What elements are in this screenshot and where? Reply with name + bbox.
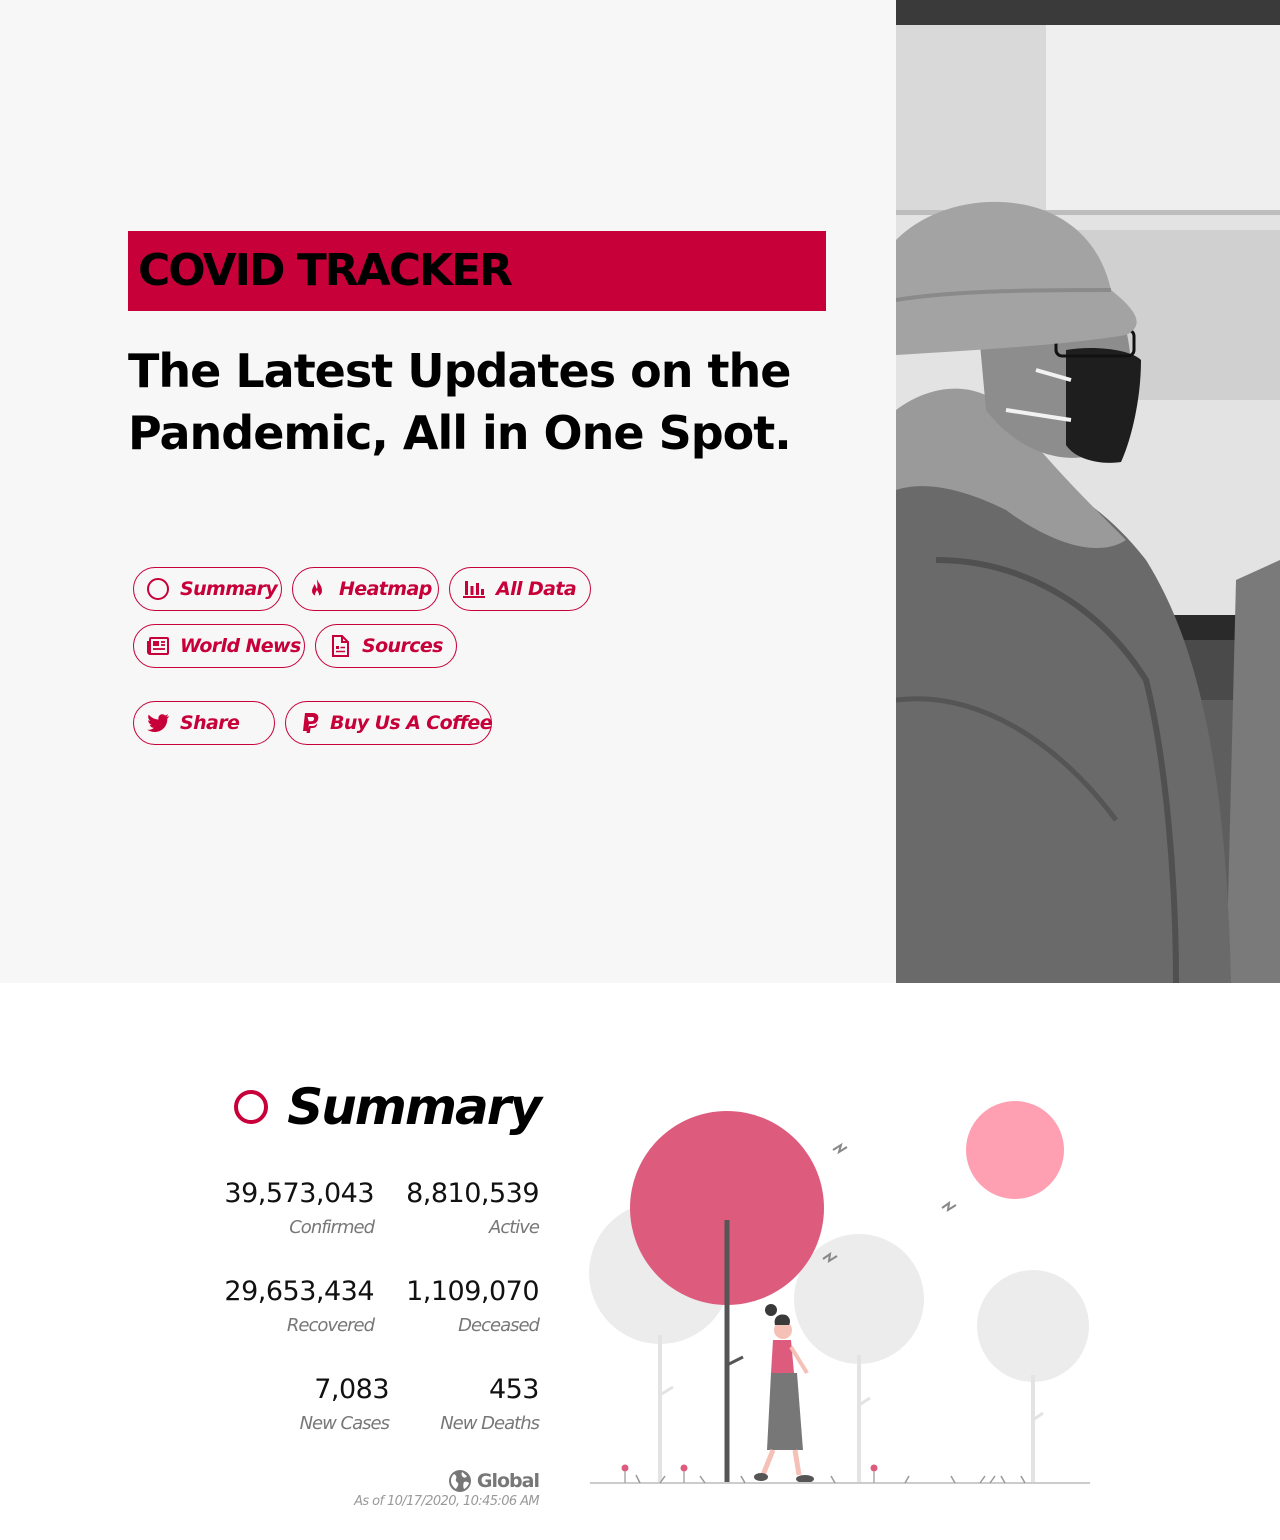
tagline-line-1: The Latest Updates on the [128, 344, 791, 398]
stat-recovered-label: Recovered [286, 1315, 375, 1336]
buy-us-a-coffee-button[interactable]: Buy Us A Coffee [285, 701, 493, 745]
last-updated-timestamp: As of 10/17/2020, 10:45:06 AM [354, 1494, 539, 1509]
summary-title: Summary [287, 1078, 542, 1136]
nav-sources-button[interactable]: Sources [315, 624, 457, 668]
stat-recovered-value: 29,653,434 [224, 1276, 374, 1307]
brand-banner: COVID TRACKER [128, 231, 826, 311]
hero-tagline: The Latest Updates on the Pandemic, All … [128, 340, 828, 464]
stat-new-cases-label: New Cases [299, 1413, 390, 1434]
walking-woman-trees-illustration [585, 1095, 1095, 1495]
summary-heading: Summary [230, 1078, 542, 1142]
nav-summary-button[interactable]: Summary [133, 567, 282, 611]
nav-world-news-button[interactable]: World News [133, 624, 305, 668]
hero-section: COVID TRACKER The Latest Updates on the … [0, 0, 1280, 983]
buy-us-a-coffee-label: Buy Us A Coffee [330, 712, 493, 734]
fire-icon [305, 577, 329, 601]
nav-summary-label: Summary [180, 578, 278, 600]
summary-circle-icon [234, 1090, 268, 1124]
stat-deceased-label: Deceased [458, 1315, 540, 1336]
nav-all-data-label: All Data [496, 578, 577, 600]
nav-heatmap-button[interactable]: Heatmap [292, 567, 439, 611]
site-title: COVID TRACKER [138, 245, 513, 296]
stat-active-value: 8,810,539 [406, 1178, 539, 1209]
stat-new-cases-value: 7,083 [314, 1374, 389, 1405]
scope-indicator: Global [448, 1468, 540, 1494]
twitter-icon [146, 711, 170, 735]
stat-deceased-value: 1,109,070 [406, 1276, 539, 1307]
stat-new-deaths-value: 453 [488, 1374, 540, 1405]
newspaper-icon [146, 634, 170, 658]
stat-confirmed-value: 39,573,043 [224, 1178, 374, 1209]
circle-icon [146, 577, 170, 601]
hero-photo-masked-man [896, 0, 1280, 983]
share-button[interactable]: Share [133, 701, 275, 745]
stat-new-deaths-label: New Deaths [440, 1413, 540, 1434]
scope-label: Global [476, 1470, 540, 1492]
stat-active-label: Active [489, 1217, 540, 1238]
tagline-line-2: Pandemic, All in One Spot. [128, 406, 792, 460]
nav-world-news-label: World News [180, 635, 301, 657]
bar-chart-icon [462, 577, 486, 601]
globe-icon [448, 1470, 471, 1492]
nav-sources-label: Sources [362, 635, 444, 657]
nav-all-data-button[interactable]: All Data [449, 567, 591, 611]
paypal-icon [298, 711, 322, 735]
document-icon [328, 634, 352, 658]
stat-confirmed-label: Confirmed [289, 1217, 375, 1238]
nav-heatmap-label: Heatmap [339, 578, 432, 600]
share-label: Share [180, 712, 240, 734]
